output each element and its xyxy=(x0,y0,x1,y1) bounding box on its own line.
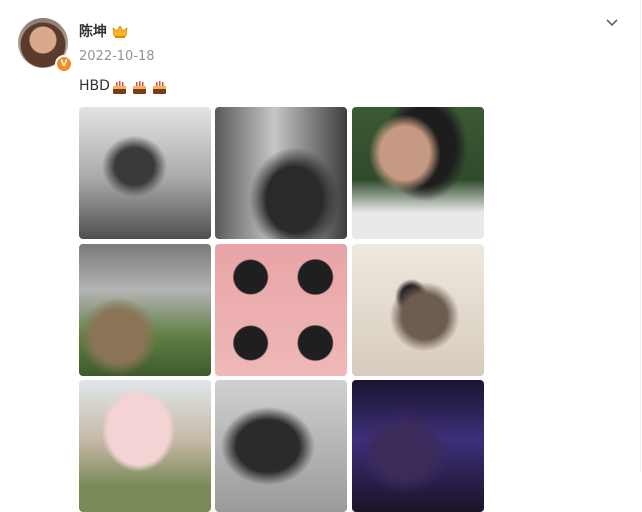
post-text: HBD xyxy=(79,78,110,94)
photo-5[interactable] xyxy=(215,244,347,376)
photo-6[interactable] xyxy=(352,244,484,376)
photo-1[interactable] xyxy=(79,107,211,239)
cake-icon xyxy=(113,81,126,94)
cake-icon xyxy=(133,81,146,94)
verified-badge: V xyxy=(55,55,73,73)
photo-3[interactable] xyxy=(352,107,484,239)
photo-8[interactable] xyxy=(215,380,347,512)
photo-7[interactable] xyxy=(79,380,211,512)
cake-icon xyxy=(153,81,166,94)
post-date[interactable]: 2022-10-18 xyxy=(79,48,155,66)
photo-2[interactable] xyxy=(215,107,347,239)
author-name[interactable]: 陈坤 xyxy=(79,22,107,42)
chevron-down-icon[interactable] xyxy=(604,14,620,30)
weibo-post-card: V 陈坤 2022-10-18 HBD xyxy=(0,0,641,512)
photo-9[interactable] xyxy=(352,380,484,512)
crown-icon xyxy=(112,25,128,38)
photo-4[interactable] xyxy=(79,244,211,376)
